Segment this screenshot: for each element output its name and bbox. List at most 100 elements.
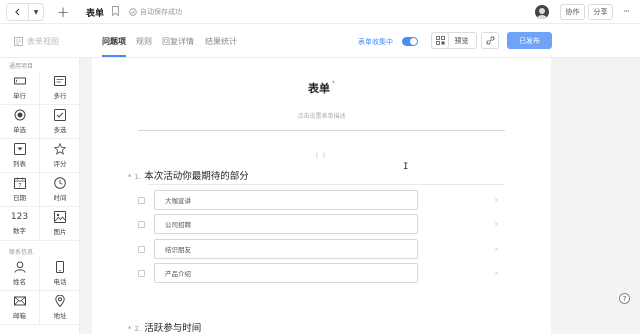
form-view-label: 表单视图 xyxy=(27,37,59,46)
form-title[interactable]: 表单 * xyxy=(92,80,551,96)
collecting-toggle[interactable] xyxy=(402,37,418,46)
field-checkbox[interactable]: 多选 xyxy=(40,105,80,139)
contact-section-title: 联系信息 xyxy=(9,249,34,256)
delete-option-icon[interactable]: × xyxy=(494,270,499,277)
multi-line-icon xyxy=(54,76,66,86)
help-icon[interactable]: ? xyxy=(619,293,630,304)
field-label: 地址 xyxy=(53,312,67,320)
option-input[interactable]: 产品介绍 xyxy=(154,263,418,283)
bookmark-icon[interactable] xyxy=(112,6,119,16)
field-label: 多行 xyxy=(53,92,67,100)
plus-icon: + xyxy=(56,3,70,21)
required-mark: * xyxy=(128,173,132,181)
form-view-button[interactable]: 表单视图 xyxy=(14,36,59,47)
checkbox[interactable] xyxy=(138,245,145,253)
star-icon xyxy=(54,143,66,155)
required-mark: * xyxy=(332,80,335,87)
option-input[interactable]: 公司招聘 xyxy=(154,214,418,234)
document-title[interactable]: 表单 xyxy=(86,6,104,19)
common-field-grid: 单行 多行 单选 多选 列表 评分 7 日期 时间 123 数字 图片 xyxy=(0,71,80,241)
field-dropdown[interactable]: 列表 xyxy=(0,139,40,173)
delete-option-icon[interactable]: × xyxy=(494,197,499,204)
svg-text:7: 7 xyxy=(18,183,21,189)
mail-icon xyxy=(13,296,26,306)
checkbox[interactable] xyxy=(138,196,145,204)
field-label: 姓名 xyxy=(13,278,26,286)
preview-button[interactable]: 预览 xyxy=(447,32,477,49)
field-label: 时间 xyxy=(53,194,67,202)
field-address[interactable]: 地址 xyxy=(40,291,80,325)
checkbox[interactable] xyxy=(138,220,145,228)
new-button[interactable]: + xyxy=(54,3,72,21)
tab-rules[interactable]: 规则 xyxy=(136,36,152,47)
question-underline xyxy=(148,184,505,185)
field-single-line[interactable]: 单行 xyxy=(0,71,40,105)
field-label: 日期 xyxy=(13,194,26,202)
tab-responses[interactable]: 回复详情 xyxy=(162,36,194,47)
field-label: 电话 xyxy=(53,278,67,286)
publish-button[interactable]: 已发布 xyxy=(507,32,552,49)
field-label: 邮箱 xyxy=(13,312,26,320)
field-rating[interactable]: 评分 xyxy=(40,139,80,173)
copy-link-button[interactable] xyxy=(481,32,499,49)
share-button[interactable]: 分享 xyxy=(588,4,613,20)
back-history-dropdown[interactable]: ▼ xyxy=(28,3,44,21)
field-phone[interactable]: 电话 xyxy=(40,257,80,291)
phone-icon xyxy=(56,261,64,273)
qr-code-icon xyxy=(435,36,445,45)
checkbox-icon xyxy=(54,109,66,121)
field-palette: 通用项目 单行 多行 单选 多选 列表 评分 7 日期 时间 123 数字 图片… xyxy=(0,58,80,334)
question-2[interactable]: * 2. 活跃参与时间 xyxy=(128,320,201,334)
question-1[interactable]: * 1. 本次活动你最期待的部分 xyxy=(128,168,249,182)
number-icon: 123 xyxy=(10,212,29,222)
checkbox[interactable] xyxy=(138,269,145,277)
divider xyxy=(138,130,505,131)
form-view-icon xyxy=(14,37,23,46)
field-label: 图片 xyxy=(53,228,67,236)
top-bar: ▼ + 表单 自动保存成功 协作 分享 ··· xyxy=(0,0,640,24)
question-title[interactable]: 本次活动你最期待的部分 xyxy=(144,168,249,182)
field-image[interactable]: 图片 xyxy=(40,207,80,241)
option-input[interactable]: 大咖宣讲 xyxy=(154,190,418,210)
option-row: 产品介绍 × xyxy=(138,263,499,283)
form-canvas: 表单 * 点击设置表单描述 ⋮⋮ I * 1. 本次活动你最期待的部分 大咖宣讲 … xyxy=(92,58,551,334)
avatar[interactable] xyxy=(535,5,549,19)
clock-icon xyxy=(54,177,66,189)
drag-handle-icon[interactable]: ⋮⋮ xyxy=(314,152,328,159)
field-email[interactable]: 邮箱 xyxy=(0,291,40,325)
question-number: 1. xyxy=(134,173,142,181)
chevron-left-icon xyxy=(14,8,19,16)
field-time[interactable]: 时间 xyxy=(40,173,80,207)
more-menu-icon[interactable]: ··· xyxy=(620,7,632,17)
field-name[interactable]: 姓名 xyxy=(0,257,40,291)
radio-icon xyxy=(14,109,25,121)
field-label: 单行 xyxy=(13,92,26,100)
person-icon xyxy=(13,261,26,273)
back-button[interactable] xyxy=(6,3,28,21)
field-number[interactable]: 123 数字 xyxy=(0,207,40,241)
contact-field-grid: 姓名 电话 邮箱 地址 xyxy=(0,257,80,325)
field-multi-line[interactable]: 多行 xyxy=(40,71,80,105)
common-section-title: 通用项目 xyxy=(9,63,34,70)
delete-option-icon[interactable]: × xyxy=(494,221,499,228)
field-radio[interactable]: 单选 xyxy=(0,105,40,139)
form-description-input[interactable]: 点击设置表单描述 xyxy=(92,111,551,120)
calendar-icon: 7 xyxy=(13,177,26,189)
tab-questions[interactable]: 问题项 xyxy=(102,36,126,57)
field-label: 列表 xyxy=(13,160,26,168)
field-label: 单选 xyxy=(13,126,26,134)
tab-statistics[interactable]: 结果统计 xyxy=(205,36,237,47)
image-icon xyxy=(54,211,66,223)
required-mark: * xyxy=(128,325,132,333)
field-date[interactable]: 7 日期 xyxy=(0,173,40,207)
save-status: 自动保存成功 xyxy=(129,7,182,17)
form-toolbar: 表单视图 问题项 规则 回复详情 结果统计 表单收集中 预览 已发布 xyxy=(0,24,640,58)
question-title[interactable]: 活跃参与时间 xyxy=(144,320,201,334)
collaborate-button[interactable]: 协作 xyxy=(560,4,585,20)
saved-check-icon xyxy=(129,8,137,16)
delete-option-icon[interactable]: × xyxy=(494,246,499,253)
option-row: 结识朋友 × xyxy=(138,239,499,259)
question-number: 2. xyxy=(134,325,142,333)
collecting-label: 表单收集中 xyxy=(358,38,393,46)
option-input[interactable]: 结识朋友 xyxy=(154,239,418,259)
